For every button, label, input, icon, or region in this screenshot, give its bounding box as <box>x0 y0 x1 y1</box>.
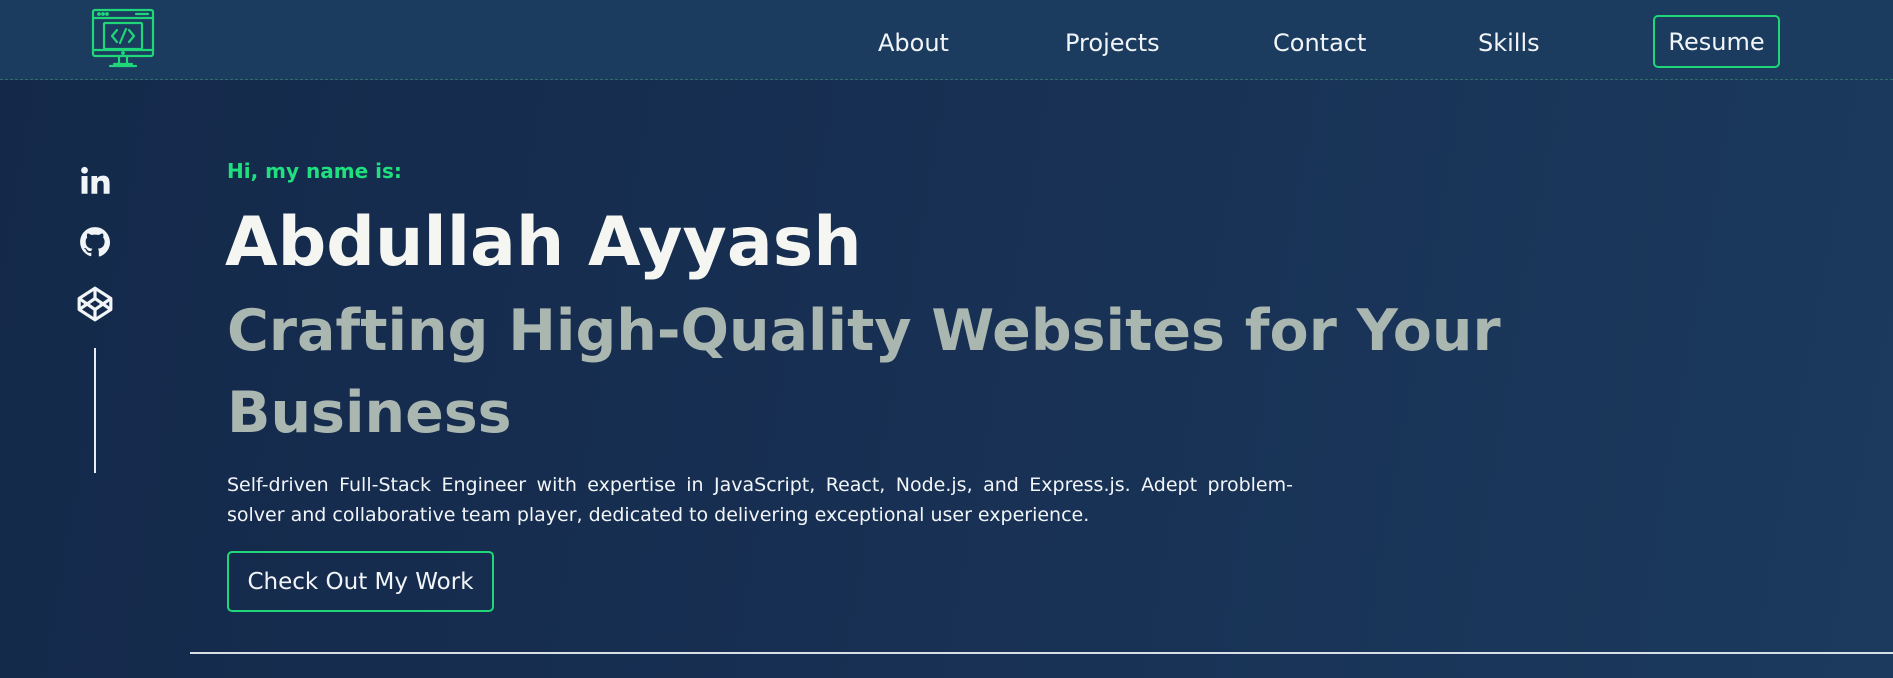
nav-about[interactable]: About <box>878 26 949 60</box>
section-divider <box>190 652 1893 654</box>
resume-button[interactable]: Resume <box>1653 15 1780 68</box>
code-monitor-icon[interactable] <box>90 6 156 72</box>
hero-description: Self-driven Full-Stack Engineer with exp… <box>227 474 1293 526</box>
nav-contact[interactable]: Contact <box>1273 26 1366 60</box>
nav-skills[interactable]: Skills <box>1478 26 1540 60</box>
codepen-icon[interactable] <box>74 283 116 325</box>
github-icon[interactable] <box>74 221 116 263</box>
hero-name: Abdullah Ayyash <box>225 203 862 282</box>
check-out-work-button[interactable]: Check Out My Work <box>227 551 494 612</box>
social-divider-line <box>94 348 96 473</box>
nav-projects[interactable]: Projects <box>1065 26 1160 60</box>
site-header: About Projects Contact Skills Resume <box>0 0 1893 80</box>
hero-tagline: Crafting High-Quality Websites for Your … <box>227 298 1501 446</box>
greeting-text: Hi, my name is: <box>227 159 402 183</box>
linkedin-icon[interactable] <box>74 160 116 202</box>
